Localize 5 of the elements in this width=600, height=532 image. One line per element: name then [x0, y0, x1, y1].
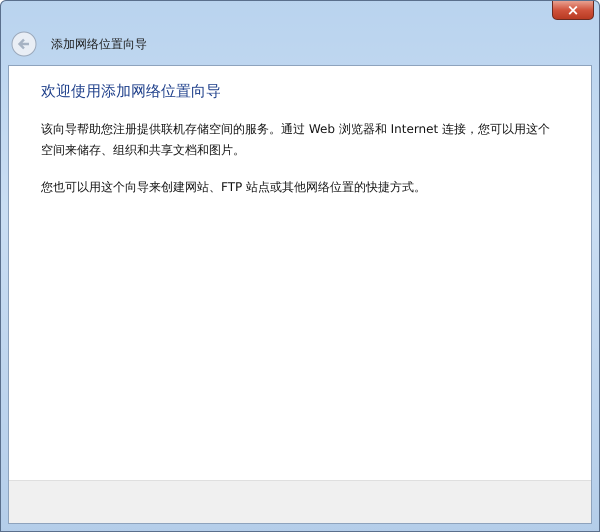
description-text: 您也可以用这个向导来创建网站、FTP 站点或其他网络位置的快捷方式。 [41, 179, 428, 196]
close-button[interactable]: × [552, 1, 594, 20]
wizard-heading: 欢迎使用添加网络位置向导 [41, 82, 222, 101]
description-text: 该向导帮助您注册提供联机存储空间的服务。通过 Web 浏览器和 Internet 连接，您可以用这个空间来储存、组织和共享文档和图片。 [41, 121, 552, 159]
window-title: 添加网络位置向导 [51, 36, 147, 52]
